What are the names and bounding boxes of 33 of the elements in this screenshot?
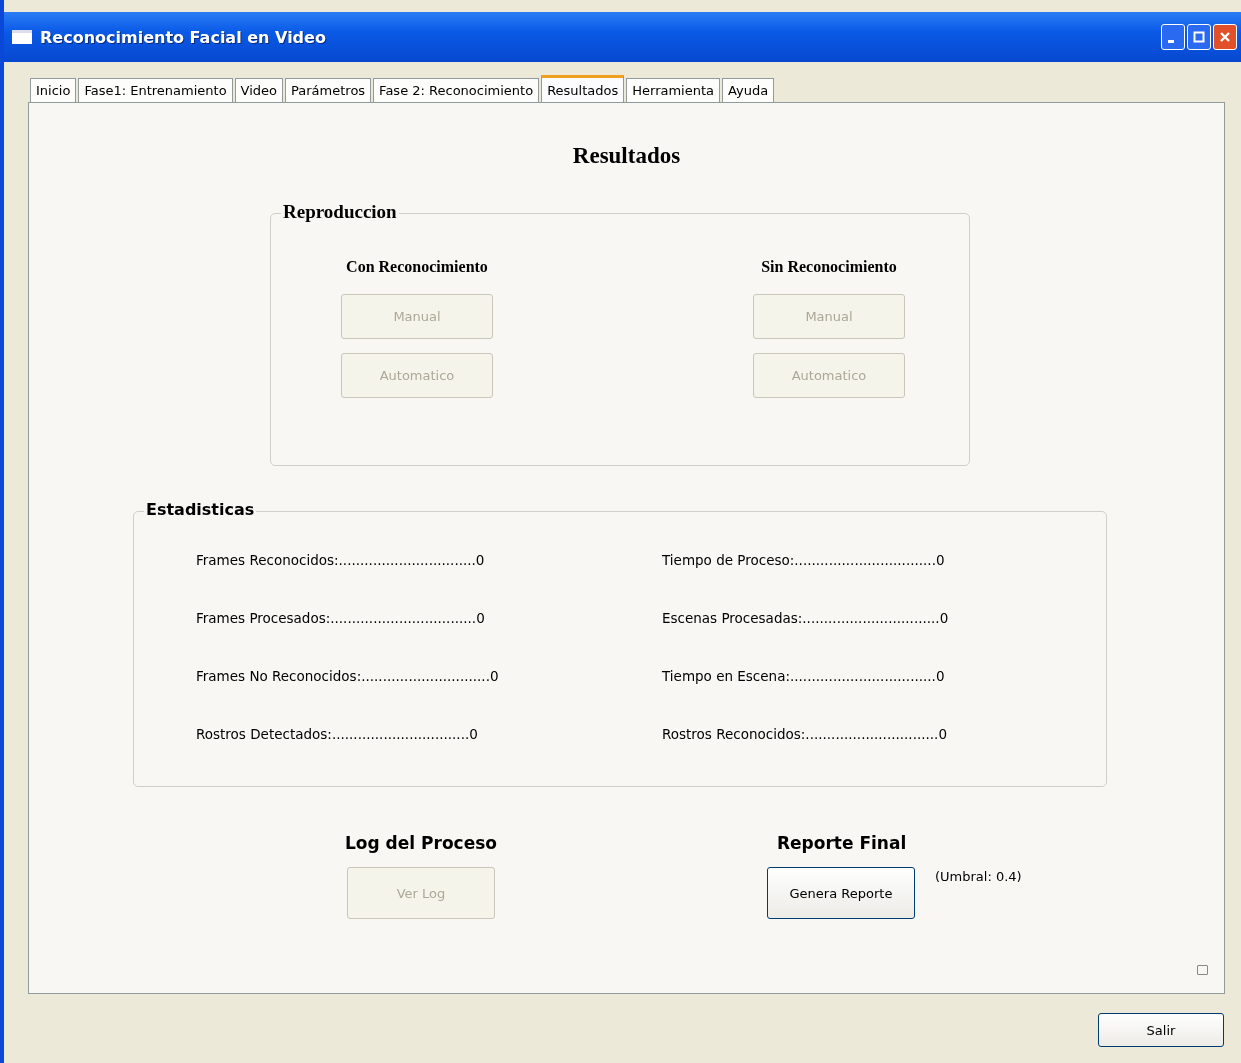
statistic-text: Frames Procesados:..................................0 [196,610,486,628]
resize-grip-icon [1197,965,1208,975]
column-title: Sin Reconocimiento [761,258,897,276]
tab[interactable]: Video [234,78,284,102]
statistic-text: Rostros Reconocidos:...............................0 [662,726,948,744]
statistic-text: Tiempo de Proceso:.................................0 [662,552,946,570]
close-icon [1219,31,1231,43]
exit-button[interactable]: Salir [1098,1013,1224,1047]
window-title: Reconocimiento Facial en Video [40,27,327,47]
tab[interactable]: Inicio [30,78,77,102]
maximize-button[interactable] [1187,24,1211,50]
maximize-icon [1193,31,1205,43]
statistic-text: Frames No Reconocidos:..............................0 [196,668,500,686]
threshold-text: (Umbral: 0.4) [935,868,1022,884]
statistic-text: Rostros Detectados:................................0 [196,726,479,744]
tab[interactable]: Fase 2: Reconocimiento [373,78,540,102]
tab[interactable]: Fase1: Entrenamiento [78,78,233,102]
page-heading: Resultados [571,142,682,170]
report-button[interactable]: Genera Reporte [767,867,915,919]
statistic-text: Tiempo en Escena:..................................0 [662,668,946,686]
tab[interactable]: Ayuda [722,78,775,102]
statistic-text: Frames Reconocidos:................................0 [196,552,486,570]
statistic-text: Escenas Procesadas:................................0 [662,610,949,628]
tab[interactable]: Resultados [541,75,625,103]
close-button[interactable] [1213,24,1237,50]
tab[interactable]: Herramienta [626,78,721,102]
tab[interactable]: Parámetros [285,78,372,102]
section-title: Reporte Final [777,833,907,853]
section-title: Log del Proceso [345,833,497,853]
column-title: Con Reconocimiento [346,258,488,276]
minimize-icon [1168,39,1174,43]
window-icon [12,30,32,44]
minimize-button[interactable] [1161,24,1185,50]
